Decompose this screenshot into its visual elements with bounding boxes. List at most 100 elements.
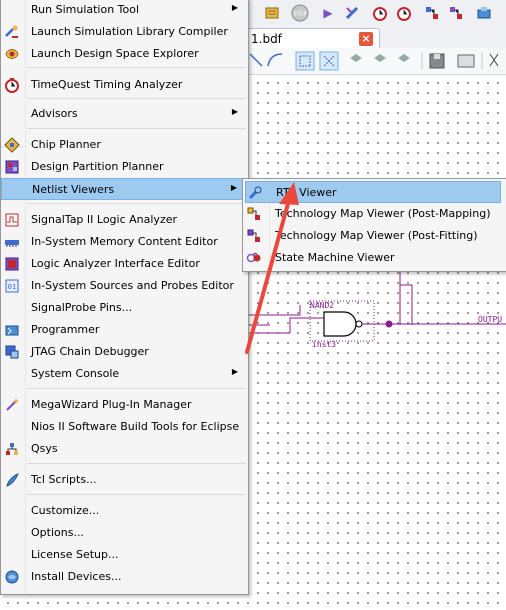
menu-item-chip-planner[interactable]: Chip Planner bbox=[1, 134, 248, 156]
tech-map-mapping-icon bbox=[246, 206, 262, 222]
netlist-viewers-submenu: RTL Viewer Technology Map Viewer (Post-M… bbox=[242, 178, 506, 272]
menu-item-programmer[interactable]: Programmer bbox=[1, 319, 248, 341]
menu-item-label: TimeQuest Timing Analyzer bbox=[31, 78, 183, 91]
sources-probes-icon: 01 bbox=[4, 278, 20, 294]
menu-item-design-partition-planner[interactable]: Design Partition Planner bbox=[1, 156, 248, 178]
close-icon[interactable]: × bbox=[359, 32, 373, 46]
menu-item-megawizard-plug-in-manager[interactable]: MegaWizard Plug-In Manager bbox=[1, 394, 248, 416]
menu-item-options[interactable]: Options... bbox=[1, 522, 248, 544]
partition-planner-icon bbox=[4, 159, 20, 175]
submenu-arrow-icon: ▶ bbox=[231, 3, 238, 12]
wire bbox=[247, 311, 301, 316]
submenu-item-technology-map-viewer-post-fitting[interactable]: Technology Map Viewer (Post-Fitting) bbox=[243, 225, 506, 247]
stop-icon[interactable]: STOP bbox=[290, 3, 310, 23]
menu-item-system-console[interactable]: System Console ▶ bbox=[1, 363, 248, 385]
line-tool-icon[interactable] bbox=[249, 53, 263, 67]
fitter-icon[interactable] bbox=[342, 3, 362, 23]
menu-item-label: Qsys bbox=[31, 442, 58, 455]
menu-item-label: Run Simulation Tool bbox=[31, 3, 140, 16]
submenu-item-technology-map-viewer-post-mapping[interactable]: Technology Map Viewer (Post-Mapping) bbox=[243, 203, 506, 225]
tcl-scripts-icon bbox=[4, 472, 20, 488]
wire bbox=[400, 284, 413, 325]
select-tool-icon[interactable] bbox=[295, 51, 315, 71]
logic-analyzer-interface-icon bbox=[4, 256, 20, 272]
stop-label: STOP bbox=[293, 12, 306, 18]
gate-name-label: NAND2 bbox=[310, 301, 334, 310]
menu-separator bbox=[27, 463, 246, 464]
menu-item-label: Programmer bbox=[31, 323, 100, 336]
menu-item-netlist-viewers[interactable]: Netlist Viewers ▶ bbox=[1, 178, 248, 200]
nand-bubble bbox=[355, 320, 363, 328]
menu-separator bbox=[27, 128, 246, 129]
menu-item-launch-simulation-library-compiler[interactable]: Launch Simulation Library Compiler bbox=[1, 21, 248, 43]
menu-separator bbox=[27, 203, 246, 204]
print-icon[interactable] bbox=[457, 54, 475, 68]
rtl-icon[interactable] bbox=[422, 3, 442, 23]
memory-editor-icon bbox=[4, 234, 20, 250]
rubber-band-icon-2[interactable] bbox=[374, 54, 386, 62]
compile-icon[interactable] bbox=[262, 3, 282, 23]
menu-item-customize[interactable]: Customize... bbox=[1, 500, 248, 522]
menu-item-logic-analyzer-interface-editor[interactable]: Logic Analyzer Interface Editor bbox=[1, 253, 248, 275]
menu-item-license-setup[interactable]: License Setup... bbox=[1, 544, 248, 566]
menu-item-qsys[interactable]: Qsys bbox=[1, 438, 248, 460]
wire bbox=[289, 317, 324, 333]
jtag-debugger-icon bbox=[4, 344, 20, 360]
junction-dot bbox=[385, 320, 393, 328]
rubber-band-icon-3[interactable] bbox=[398, 54, 410, 62]
programmer-icon bbox=[4, 322, 20, 338]
menu-separator bbox=[27, 388, 246, 389]
timing-icon-2[interactable] bbox=[394, 3, 414, 23]
simulation-icon bbox=[4, 2, 20, 18]
menu-item-signaltap-ii-logic-analyzer[interactable]: SignalTap II Logic Analyzer bbox=[1, 209, 248, 231]
menu-item-label: SignalProbe Pins... bbox=[31, 301, 133, 314]
megawizard-wand-icon bbox=[4, 397, 20, 413]
menu-item-jtag-chain-debugger[interactable]: JTAG Chain Debugger bbox=[1, 341, 248, 363]
svg-text:01: 01 bbox=[8, 283, 16, 291]
menu-separator bbox=[27, 98, 246, 99]
signaltap-icon bbox=[4, 212, 20, 228]
qsys-icon bbox=[4, 441, 20, 457]
menu-item-label: RTL Viewer bbox=[276, 186, 337, 199]
menu-item-label: Logic Analyzer Interface Editor bbox=[31, 257, 200, 270]
menu-item-install-devices[interactable]: Install Devices... bbox=[1, 566, 248, 588]
menu-item-signalprobe-pins[interactable]: SignalProbe Pins... bbox=[1, 297, 248, 319]
submenu-arrow-icon: ▶ bbox=[231, 367, 238, 376]
menu-item-advisors[interactable]: Advisors ▶ bbox=[1, 103, 248, 125]
menu-item-label: Nios II Software Build Tools for Eclipse bbox=[31, 420, 240, 433]
timing-icon[interactable] bbox=[370, 3, 390, 23]
menu-item-label: System Console bbox=[31, 367, 120, 380]
submenu-item-rtl-viewer[interactable]: RTL Viewer bbox=[245, 181, 501, 203]
menu-item-run-simulation-tool[interactable]: Run Simulation Tool ▶ bbox=[1, 0, 248, 21]
tech-map-fitting-icon bbox=[246, 228, 262, 244]
rtl-viewer-icon bbox=[247, 185, 263, 201]
menu-item-timequest-timing-analyzer[interactable]: TimeQuest Timing Analyzer bbox=[1, 74, 248, 96]
document-tab-label: 1.bdf bbox=[251, 32, 282, 46]
output-pin-label: OUTPU bbox=[478, 315, 502, 324]
arc-tool-icon[interactable] bbox=[267, 53, 283, 67]
menu-item-in-system-sources-and-probes-editor[interactable]: 01 In-System Sources and Probes Editor bbox=[1, 275, 248, 297]
menu-item-label: License Setup... bbox=[31, 548, 119, 561]
cut-icon[interactable] bbox=[489, 53, 499, 67]
menu-item-tcl-scripts[interactable]: Tcl Scripts... bbox=[1, 469, 248, 491]
rubber-band-icon[interactable] bbox=[350, 54, 362, 62]
menu-item-in-system-memory-content-editor[interactable]: In-System Memory Content Editor bbox=[1, 231, 248, 253]
start-analysis-icon[interactable]: ▶ bbox=[318, 3, 338, 23]
menu-item-label: MegaWizard Plug-In Manager bbox=[31, 398, 192, 411]
design-space-explorer-icon bbox=[4, 46, 20, 62]
submenu-arrow-icon: ▶ bbox=[231, 107, 238, 116]
menu-item-label: Options... bbox=[31, 526, 84, 539]
menu-item-nios-ii-software-build-tools[interactable]: Nios II Software Build Tools for Eclipse bbox=[1, 416, 248, 438]
menu-item-label: Chip Planner bbox=[31, 138, 101, 151]
programmer-icon[interactable] bbox=[474, 3, 494, 23]
menu-item-label: Advisors bbox=[31, 107, 78, 120]
menu-item-label: Launch Design Space Explorer bbox=[31, 47, 199, 60]
menu-item-launch-design-space-explorer[interactable]: Launch Design Space Explorer bbox=[1, 43, 248, 65]
menu-item-label: State Machine Viewer bbox=[275, 251, 395, 264]
submenu-item-state-machine-viewer[interactable]: State Machine Viewer bbox=[243, 247, 506, 269]
timequest-clock-icon bbox=[4, 77, 20, 93]
nand-gate-symbol bbox=[323, 311, 357, 337]
menu-item-label: Technology Map Viewer (Post-Mapping) bbox=[275, 207, 491, 220]
rtl-icon-2[interactable] bbox=[446, 3, 466, 23]
document-tab[interactable]: 1.bdf × bbox=[236, 28, 380, 49]
